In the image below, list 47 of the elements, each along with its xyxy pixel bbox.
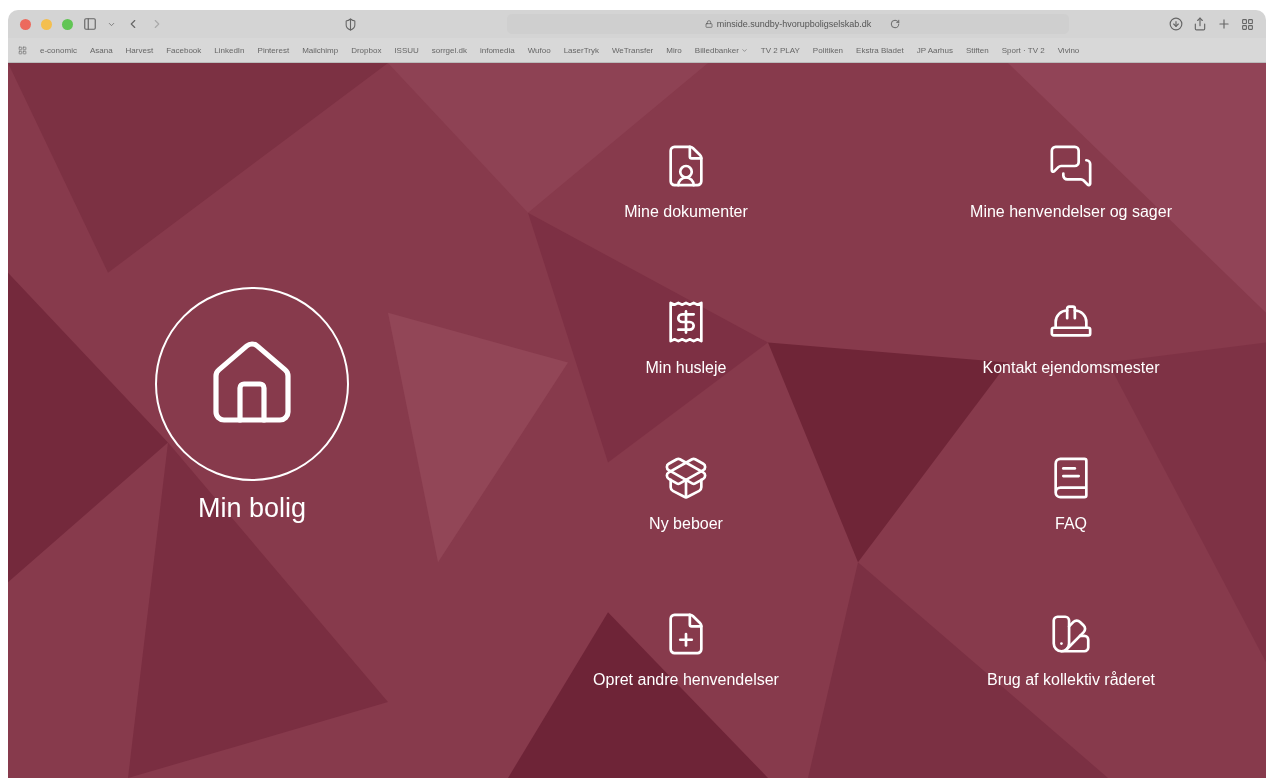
- menu-tile-link[interactable]: Mine henvendelser og sager: [876, 143, 1266, 299]
- new-tab-icon[interactable]: [1217, 17, 1231, 31]
- bookmark-link[interactable]: Mailchimp: [302, 45, 339, 55]
- bookmark-link[interactable]: WeTransfer: [611, 45, 654, 55]
- bookmark-link[interactable]: sorrgel.dk: [431, 45, 467, 55]
- menu-tile-link[interactable]: Min husleje: [496, 299, 876, 455]
- home-button[interactable]: [155, 287, 349, 481]
- tab-overview-icon[interactable]: [1241, 17, 1254, 31]
- chat-bubbles-icon: [1048, 143, 1094, 189]
- privacy-shield-icon[interactable]: [344, 17, 357, 31]
- share-icon[interactable]: [1193, 17, 1207, 31]
- bookmark-link[interactable]: infomedia: [479, 45, 515, 55]
- open-box-icon: [663, 455, 709, 501]
- download-icon[interactable]: [1169, 17, 1183, 31]
- bookmarks-grid-icon[interactable]: [18, 45, 27, 55]
- bookmark-link[interactable]: e-conomic: [40, 45, 77, 55]
- address-field[interactable]: minside.sundby-hvorupboligselskab.dk: [507, 14, 1069, 34]
- menu-tile-link[interactable]: Ny beboer: [496, 455, 876, 611]
- hero-label: Min bolig: [197, 493, 307, 524]
- bookmark-link[interactable]: Vivino: [1057, 45, 1080, 55]
- lock-icon: [704, 20, 713, 28]
- bookmark-link[interactable]: LinkedIn: [214, 45, 245, 55]
- close-window-button[interactable]: [20, 18, 31, 30]
- bookmark-link[interactable]: Facebook: [166, 45, 202, 55]
- bookmark-link[interactable]: JP Aarhus: [916, 45, 953, 55]
- bookmark-link[interactable]: Harvest: [125, 45, 154, 55]
- bookmark-link[interactable]: Miro: [666, 45, 682, 55]
- menu-tile-link[interactable]: Mine dokumenter: [496, 143, 876, 299]
- menu-tile-link[interactable]: Kontakt ejendomsmester: [876, 299, 1266, 455]
- sidebar-icon[interactable]: [83, 17, 97, 31]
- bookmark-link[interactable]: Stiften: [966, 45, 989, 55]
- menu-tile-link[interactable]: Opret andre henvendelser: [496, 611, 876, 767]
- bookmark-link[interactable]: LaserTryk: [563, 45, 599, 55]
- bookmark-link[interactable]: Asana: [89, 45, 113, 55]
- bookmark-link[interactable]: ISSUU: [394, 45, 419, 55]
- bookmark-link[interactable]: Billedbanker: [694, 45, 748, 55]
- bookmark-link[interactable]: TV 2 PLAY: [760, 45, 800, 55]
- bookmark-link[interactable]: Politiken: [812, 45, 844, 55]
- menu-tile-link[interactable]: Brug af kollektiv råderet: [876, 611, 1266, 767]
- bookmark-link[interactable]: Ekstra Bladet: [856, 45, 904, 55]
- bookmark-link[interactable]: Dropbox: [351, 45, 382, 55]
- bookmark-link[interactable]: Wufoo: [527, 45, 551, 55]
- bookmark-link[interactable]: Pinterest: [257, 45, 290, 55]
- bookmark-link[interactable]: Sport · TV 2: [1001, 45, 1045, 55]
- menu-tile-link[interactable]: FAQ: [876, 455, 1266, 611]
- caret-icon: [740, 46, 748, 54]
- reload-icon[interactable]: [890, 19, 901, 29]
